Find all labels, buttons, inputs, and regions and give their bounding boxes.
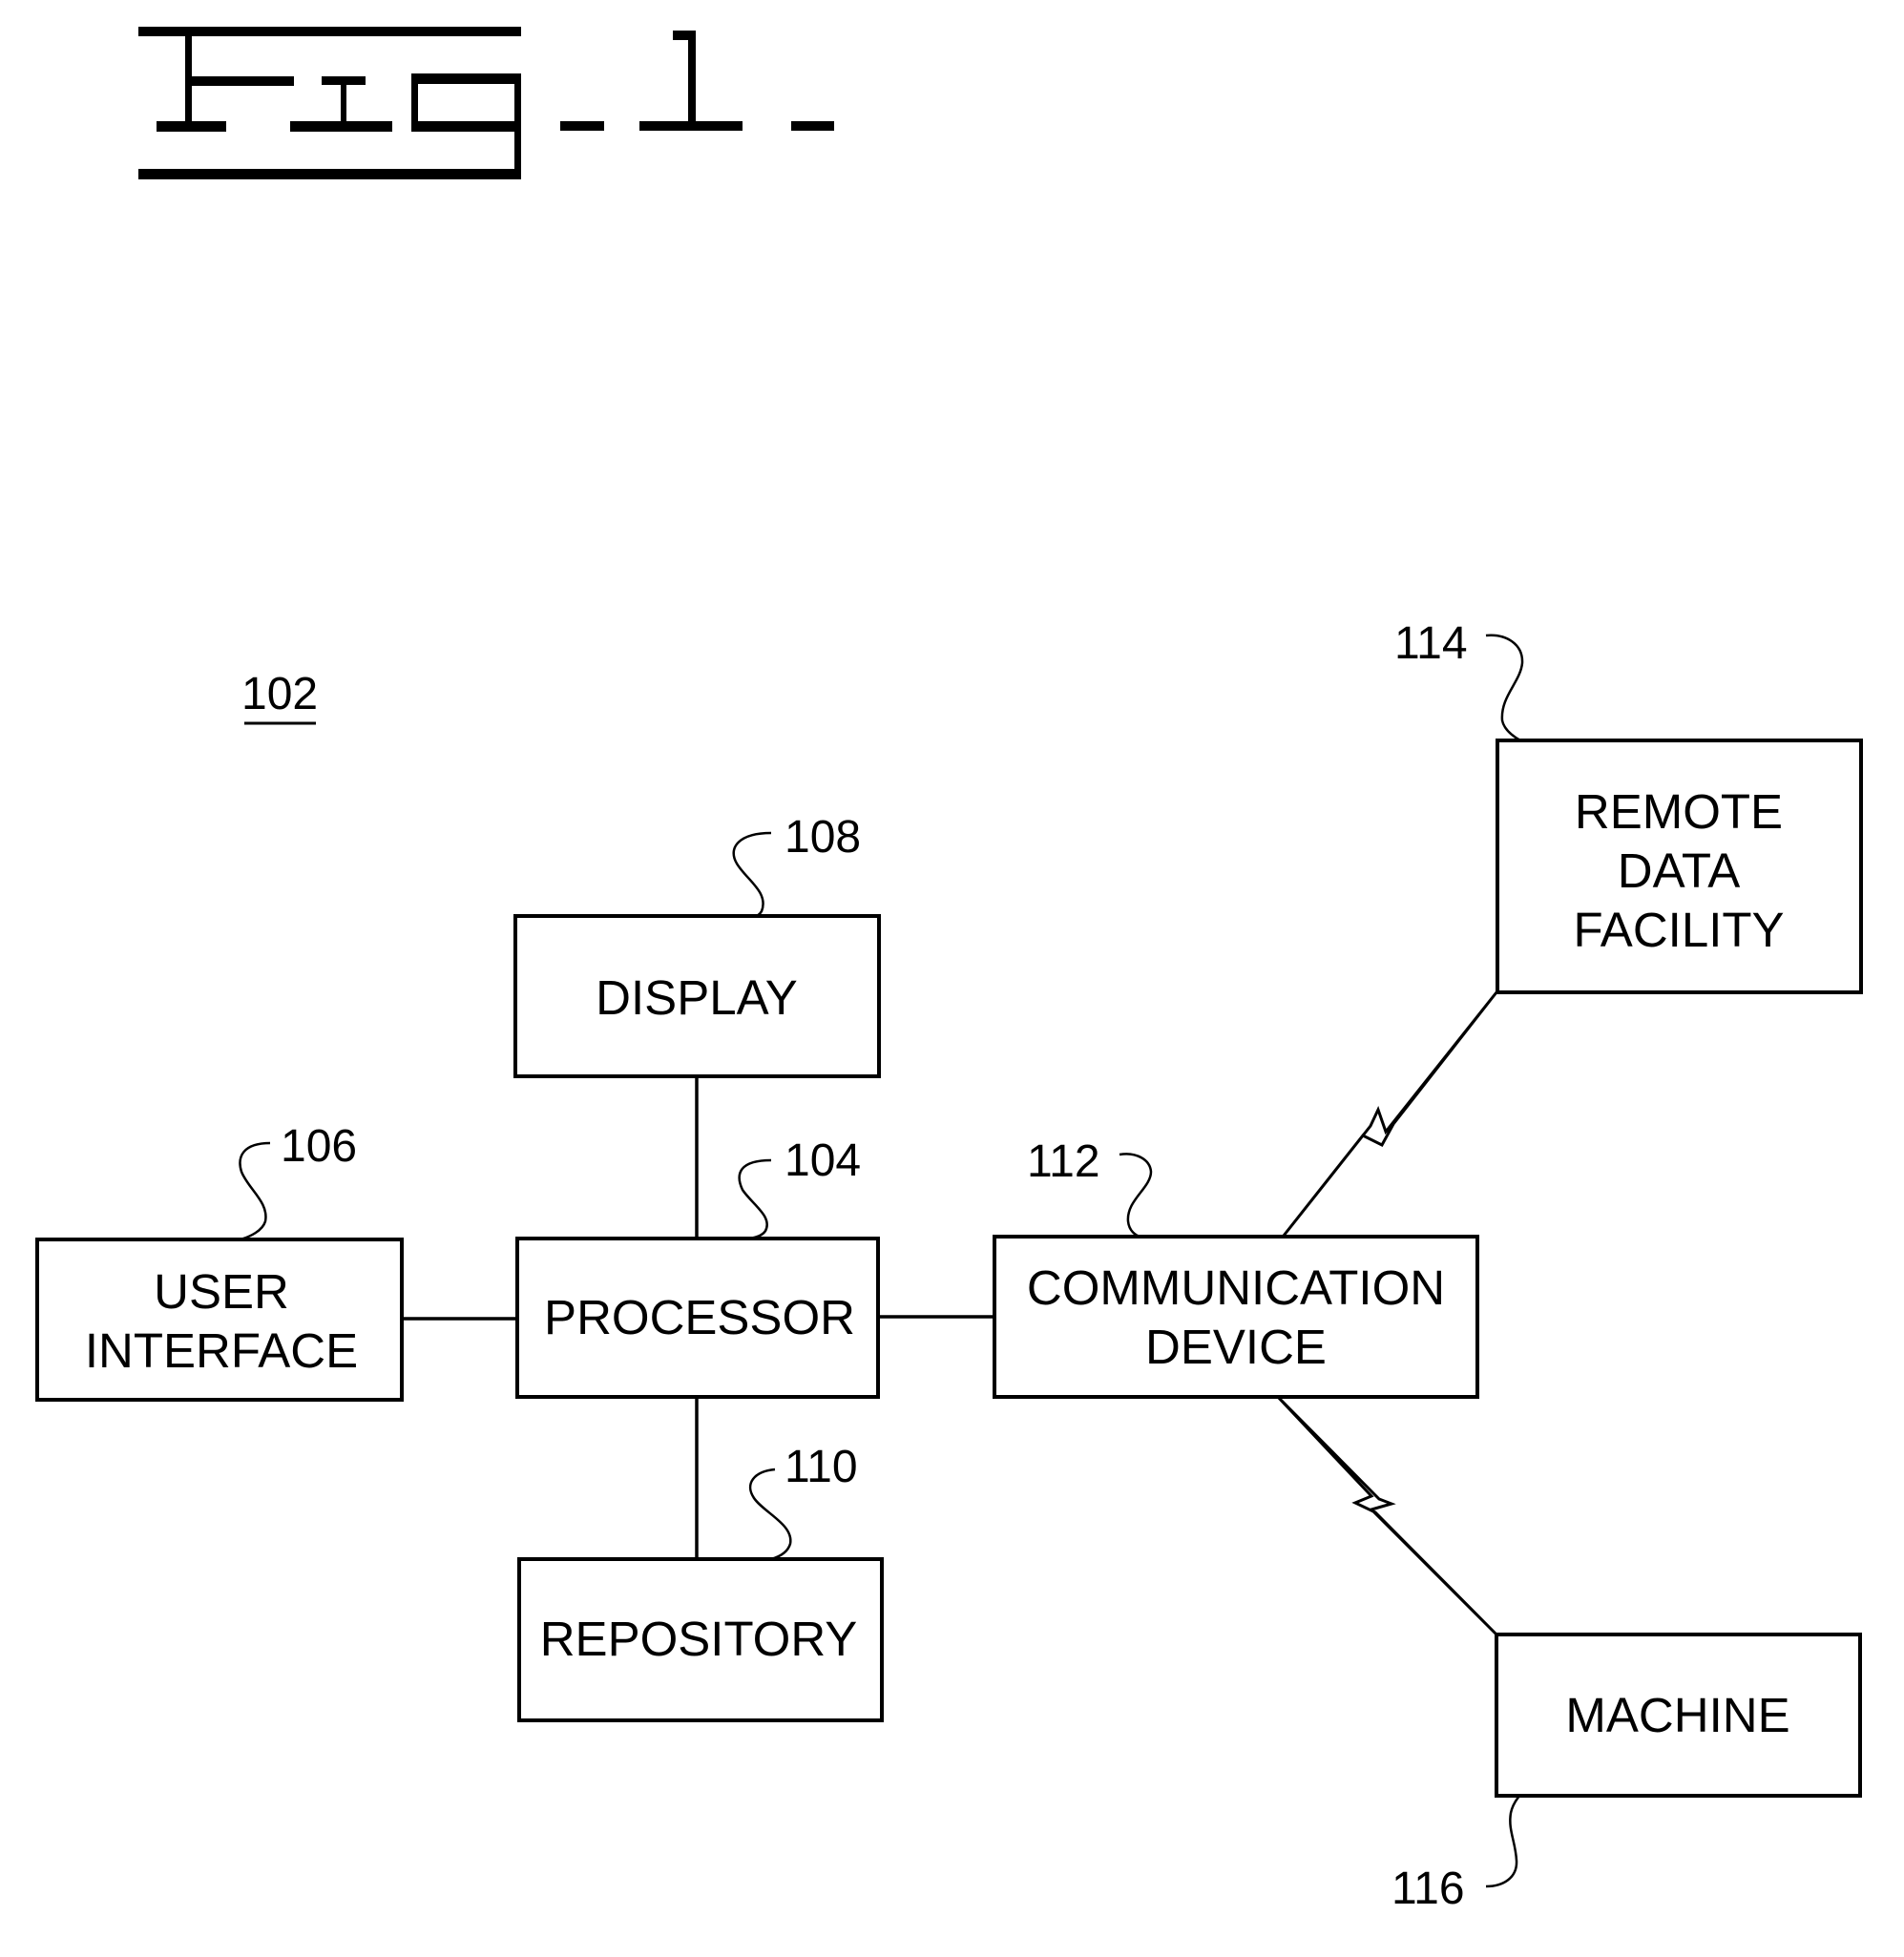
- fig-title-f-foot: [157, 121, 226, 132]
- fig-title-bottom-bar: [138, 169, 521, 179]
- leader-line-116: [1485, 1795, 1521, 1888]
- leader-line-108: [732, 831, 772, 919]
- fig-title-top-bar: [138, 27, 521, 36]
- wireless-link-machine: [1275, 1394, 1498, 1636]
- repository-label: REPOSITORY: [540, 1612, 858, 1666]
- block-display[interactable]: DISPLAY: [513, 914, 881, 1078]
- fig-title-dot-2: [791, 121, 834, 131]
- lightning-bolt-icon: [1275, 1394, 1498, 1636]
- ref-numeral-114: 114: [1394, 618, 1468, 669]
- fig-title-g-descender: [514, 73, 521, 179]
- fig-title-g-top: [411, 73, 521, 84]
- leader-line-106: [239, 1141, 271, 1241]
- fig-title-g-bottom: [411, 121, 521, 132]
- wireless-link-remote: [1282, 991, 1498, 1237]
- user-interface-label-line1: USER: [154, 1264, 289, 1319]
- block-machine[interactable]: MACHINE: [1495, 1633, 1862, 1798]
- processor-label: PROCESSOR: [544, 1290, 855, 1344]
- ref-numeral-116: 116: [1391, 1863, 1465, 1914]
- remote-data-facility-label-line2: DATA: [1618, 843, 1740, 898]
- user-interface-label-line2: INTERFACE: [85, 1323, 358, 1378]
- block-repository[interactable]: REPOSITORY: [517, 1557, 884, 1722]
- leader-line-112: [1119, 1153, 1153, 1239]
- fig-title-one-foot: [639, 121, 743, 131]
- fig-title-i-foot: [290, 121, 392, 132]
- communication-device-label-line2: DEVICE: [1145, 1320, 1327, 1374]
- machine-label: MACHINE: [1565, 1688, 1789, 1742]
- fig-title-f-midbar: [188, 76, 294, 86]
- leader-line-104: [738, 1158, 772, 1240]
- leader-line-114: [1485, 634, 1524, 742]
- lightning-bolt-icon: [1282, 991, 1498, 1237]
- block-processor[interactable]: PROCESSOR: [515, 1237, 880, 1399]
- block-user-interface[interactable]: USER INTERFACE: [35, 1238, 404, 1402]
- fig-title-dot-1: [560, 121, 604, 131]
- ref-numeral-112: 112: [1027, 1136, 1100, 1187]
- remote-data-facility-label-line1: REMOTE: [1575, 784, 1783, 839]
- diagram-canvas: Fig. 1. 102 DISPLAY USER INTERFACE PROCE…: [35, 27, 1863, 1914]
- ref-numeral-108: 108: [785, 812, 861, 863]
- block-communication-device[interactable]: COMMUNICATION DEVICE: [993, 1235, 1479, 1399]
- remote-data-facility-label-line3: FACILITY: [1573, 903, 1784, 957]
- ref-numeral-104: 104: [785, 1135, 861, 1186]
- display-label: DISPLAY: [596, 970, 798, 1025]
- fig-title-one-stem: [688, 31, 696, 126]
- figure-title: Fig. 1.: [138, 27, 834, 179]
- communication-device-label-line1: COMMUNICATION: [1027, 1260, 1445, 1315]
- ref-numeral-106: 106: [281, 1121, 357, 1172]
- ref-numeral-110: 110: [785, 1442, 858, 1492]
- fig-title-i-stem: [341, 76, 346, 124]
- block-remote-data-facility[interactable]: REMOTE DATA FACILITY: [1496, 739, 1863, 994]
- system-ref-label: 102: [241, 669, 318, 719]
